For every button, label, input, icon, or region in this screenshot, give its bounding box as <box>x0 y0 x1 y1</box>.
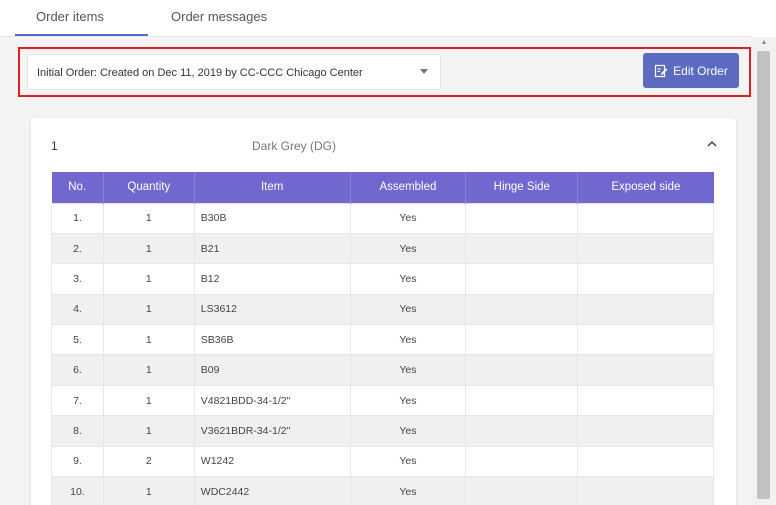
quantity-cell: 1 <box>102 293 195 326</box>
assembled-cell: Yes <box>349 445 467 478</box>
exposed-side-cell <box>577 232 714 265</box>
row-number: 5. <box>51 324 104 356</box>
hinge-side-cell <box>465 232 579 265</box>
scroll-up-icon[interactable]: ▲ <box>752 39 776 46</box>
chevron-up-icon[interactable] <box>706 139 718 149</box>
exposed-side-cell <box>577 415 714 447</box>
header-exposed-side: Exposed side <box>577 172 714 203</box>
exposed-side-cell <box>577 384 714 417</box>
row-number: 2. <box>51 232 104 265</box>
vertical-scrollbar[interactable]: ▲ <box>752 37 776 505</box>
edit-order-label: Edit Order <box>673 63 728 78</box>
hinge-side-cell <box>465 445 579 478</box>
group-number: 1 <box>51 139 58 153</box>
table-row: 2. 1 B21 Yes <box>51 232 714 265</box>
item-cell: WDC2442 <box>193 476 351 505</box>
chevron-down-icon <box>420 69 428 74</box>
table-row: 6. 1 B09 Yes <box>51 354 714 386</box>
table-row: 9. 2 W1242 Yes <box>51 445 714 478</box>
table-row: 5. 1 SB36B Yes <box>51 324 714 356</box>
quantity-cell: 1 <box>102 384 195 417</box>
quantity-cell: 1 <box>102 232 195 265</box>
tab-order-items[interactable]: Order items <box>36 9 104 24</box>
assembled-cell: Yes <box>349 476 467 505</box>
table-row: 8. 1 V3621BDR-34-1/2" Yes <box>51 415 714 447</box>
assembled-cell: Yes <box>349 263 467 295</box>
assembled-cell: Yes <box>349 354 467 386</box>
hinge-side-cell <box>465 324 579 356</box>
row-number: 1. <box>51 202 104 234</box>
table-row: 7. 1 V4821BDD-34-1/2" Yes <box>51 384 714 417</box>
item-cell: V4821BDD-34-1/2" <box>193 384 351 417</box>
tab-order-messages[interactable]: Order messages <box>171 9 267 24</box>
header-assembled: Assembled <box>350 172 467 203</box>
quantity-cell: 1 <box>102 263 195 295</box>
hinge-side-cell <box>465 263 579 295</box>
exposed-side-cell <box>577 445 714 478</box>
row-number: 4. <box>51 293 104 326</box>
exposed-side-cell <box>577 324 714 356</box>
item-cell: W1242 <box>193 445 351 478</box>
table-row: 3. 1 B12 Yes <box>51 263 714 295</box>
order-version-select[interactable]: Initial Order: Created on Dec 11, 2019 b… <box>27 54 441 90</box>
header-item: Item <box>194 172 351 203</box>
row-number: 9. <box>51 445 104 478</box>
item-cell: LS3612 <box>193 293 351 326</box>
row-number: 7. <box>51 384 104 417</box>
item-cell: B21 <box>193 232 351 265</box>
header-hinge-side: Hinge Side <box>465 172 579 203</box>
row-number: 3. <box>51 263 104 295</box>
exposed-side-cell <box>577 202 714 234</box>
tab-bar: Order items Order messages <box>0 0 752 37</box>
assembled-cell: Yes <box>349 293 467 326</box>
table-header-row: No. Quantity Item Assembled Hinge Side E… <box>51 172 714 203</box>
hinge-side-cell <box>465 354 579 386</box>
quantity-cell: 1 <box>102 354 195 386</box>
hinge-side-cell <box>465 202 579 234</box>
order-version-value: Initial Order: Created on Dec 11, 2019 b… <box>37 67 363 79</box>
header-quantity: Quantity <box>103 172 195 203</box>
assembled-cell: Yes <box>349 232 467 265</box>
item-cell: B30B <box>193 202 351 234</box>
item-cell: V3621BDR-34-1/2" <box>193 415 351 447</box>
item-cell: B09 <box>193 354 351 386</box>
row-number: 8. <box>51 415 104 447</box>
hinge-side-cell <box>465 476 579 505</box>
order-items-table: No. Quantity Item Assembled Hinge Side E… <box>51 172 714 505</box>
hinge-side-cell <box>465 293 579 326</box>
exposed-side-cell <box>577 293 714 326</box>
quantity-cell: 2 <box>102 445 195 478</box>
header-no: No. <box>51 172 104 203</box>
exposed-side-cell <box>577 476 714 505</box>
hinge-side-cell <box>465 384 579 417</box>
quantity-cell: 1 <box>102 202 195 234</box>
active-tab-indicator <box>15 34 148 36</box>
scrollbar-thumb[interactable] <box>757 51 770 499</box>
exposed-side-cell <box>577 263 714 295</box>
hinge-side-cell <box>465 415 579 447</box>
order-items-panel: Initial Order: Created on Dec 11, 2019 b… <box>0 37 752 505</box>
item-cell: SB36B <box>193 324 351 356</box>
row-number: 6. <box>51 354 104 386</box>
table-row: 10. 1 WDC2442 Yes <box>51 476 714 505</box>
table-row: 1. 1 B30B Yes <box>51 202 714 234</box>
assembled-cell: Yes <box>349 202 467 234</box>
edit-order-button[interactable]: Edit Order <box>643 53 739 88</box>
assembled-cell: Yes <box>349 384 467 417</box>
assembled-cell: Yes <box>349 415 467 447</box>
quantity-cell: 1 <box>102 476 195 505</box>
item-group-card: 1 Dark Grey (DG) No. Quantity Item Assem… <box>31 118 736 505</box>
quantity-cell: 1 <box>102 415 195 447</box>
group-color: Dark Grey (DG) <box>252 139 336 153</box>
table-row: 4. 1 LS3612 Yes <box>51 293 714 326</box>
row-number: 10. <box>51 476 104 505</box>
table-body: 1. 1 B30B Yes 2. 1 B21 Yes 3. 1 B12 Yes 4. 1 LS3612 Yes… <box>51 202 714 505</box>
quantity-cell: 1 <box>102 324 195 356</box>
exposed-side-cell <box>577 354 714 386</box>
item-cell: B12 <box>193 263 351 295</box>
edit-icon <box>655 64 668 77</box>
assembled-cell: Yes <box>349 324 467 356</box>
